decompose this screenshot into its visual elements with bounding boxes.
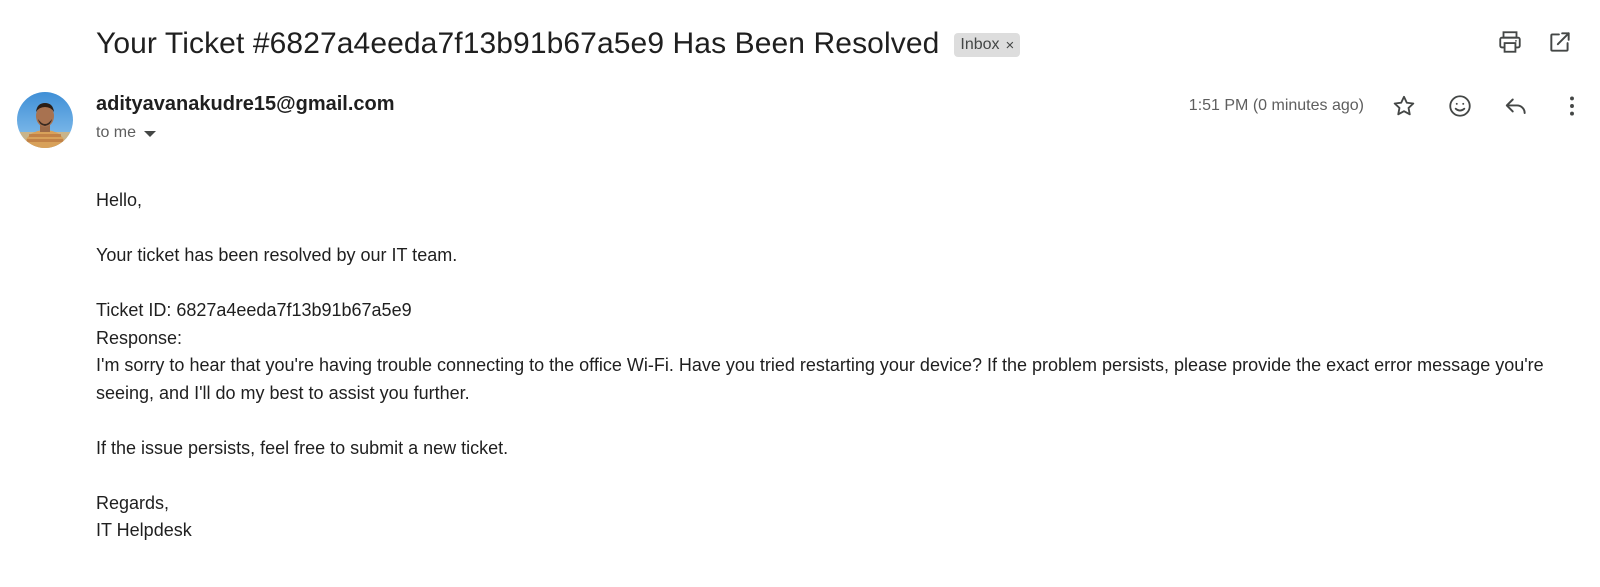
reply-icon[interactable] — [1502, 92, 1530, 120]
star-icon[interactable] — [1390, 92, 1418, 120]
remove-label-icon[interactable]: × — [1006, 37, 1015, 54]
response-label: Response: — [96, 327, 183, 348]
inbox-label-chip[interactable]: Inbox × — [954, 33, 1021, 57]
closing: Regards, — [96, 492, 170, 513]
thread-actions — [1496, 28, 1574, 56]
subject-row: Your Ticket #6827a4eeda7f13b91b67a5e9 Ha… — [96, 22, 1021, 66]
recipient-text: to me — [96, 124, 137, 141]
chevron-down-icon[interactable] — [144, 131, 157, 137]
message-actions — [1390, 92, 1586, 120]
signature: IT Helpdesk — [96, 520, 192, 540]
sender-email: adityavanakudre15@gmail.com — [96, 93, 395, 115]
print-icon[interactable] — [1496, 28, 1524, 56]
recipient-details-toggle[interactable]: to me — [96, 124, 157, 142]
label-chip-text: Inbox — [960, 36, 1000, 53]
message-timestamp: 1:51 PM (0 minutes ago) — [1188, 97, 1364, 114]
email-body: Hello, Your ticket has been resolved by … — [96, 187, 1576, 545]
more-vert-icon[interactable] — [1558, 92, 1586, 120]
sender-avatar[interactable] — [17, 92, 73, 148]
emoji-icon[interactable] — [1446, 92, 1474, 120]
greeting: Hello, — [96, 190, 143, 210]
response-text: I'm sorry to hear that you're having tro… — [96, 355, 1544, 403]
open-in-new-icon[interactable] — [1546, 28, 1574, 56]
email-subject: Your Ticket #6827a4eeda7f13b91b67a5e9 Ha… — [96, 27, 940, 60]
ticket-id: Ticket ID: 6827a4eeda7f13b91b67a5e9 — [96, 300, 412, 320]
resolved-line: Your ticket has been resolved by our IT … — [96, 245, 458, 265]
message-meta: 1:51 PM (0 minutes ago) — [1189, 92, 1586, 120]
followup-line: If the issue persists, feel free to subm… — [96, 437, 509, 458]
